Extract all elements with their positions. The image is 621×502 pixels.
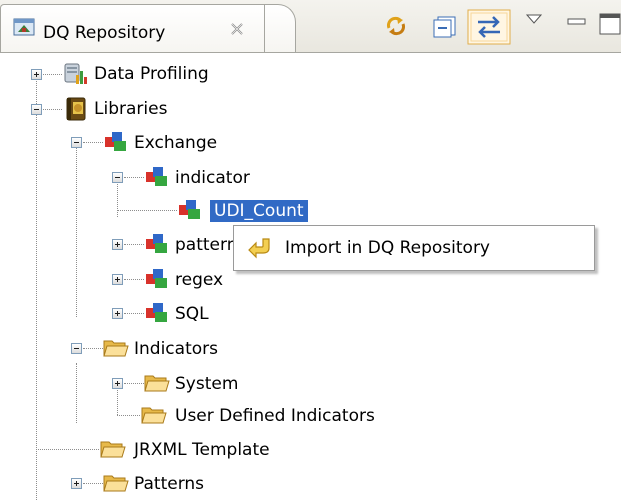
tree-node-label: User Defined Indicators — [175, 406, 375, 426]
view-tab[interactable]: DQ Repository — [0, 4, 265, 52]
tree-guide-line — [83, 142, 103, 143]
collapse-toggle[interactable] — [71, 343, 82, 354]
tree-guide-line — [124, 279, 144, 280]
exchange-icon — [145, 233, 169, 260]
tree-guide-line — [36, 449, 99, 450]
collapse-toggle[interactable] — [71, 137, 82, 148]
link-with-editor-icon[interactable] — [467, 9, 511, 50]
tree-node-label: indicator — [175, 168, 250, 188]
tree-guide-line — [36, 74, 37, 500]
folder-icon — [141, 404, 167, 431]
expand-toggle[interactable] — [71, 478, 82, 489]
tree-guide-line — [43, 109, 62, 110]
view-title-bar: DQ Repository — [0, 0, 621, 53]
sync-icon[interactable] — [383, 14, 409, 43]
exchange-icon — [145, 302, 169, 329]
tree-guide-line — [117, 177, 118, 217]
tree-guide-line — [124, 177, 144, 178]
expand-toggle[interactable] — [112, 378, 123, 389]
data-profiling-icon — [63, 62, 89, 91]
tree-node-label: JRXML Template — [134, 440, 270, 460]
expand-toggle[interactable] — [112, 239, 123, 250]
tree-guide-line — [124, 383, 144, 384]
menu-item-label: Import in DQ Repository — [285, 238, 490, 258]
tree-guide-line — [124, 244, 144, 245]
tree-guide-line — [43, 74, 62, 75]
tree-node-label-selected: UDI_Count — [210, 200, 308, 222]
repository-view-icon — [13, 17, 35, 42]
libraries-book-icon — [63, 96, 89, 127]
collapse-toggle[interactable] — [31, 104, 42, 115]
expand-toggle[interactable] — [112, 308, 123, 319]
tree-guide-line — [83, 348, 103, 349]
folder-icon — [144, 372, 170, 399]
tree-guide-line — [76, 363, 77, 423]
context-menu: Import in DQ Repository — [233, 225, 595, 271]
exchange-icon — [145, 166, 169, 193]
tree-node-label: Data Profiling — [94, 64, 209, 84]
tree-guide-line — [117, 415, 140, 416]
tree-node-label: Patterns — [134, 474, 205, 494]
exchange-icon — [178, 199, 202, 226]
exchange-icon — [104, 131, 128, 158]
tree-node-label: Libraries — [94, 99, 168, 119]
maximize-icon[interactable] — [599, 13, 621, 40]
tree-guide-line — [124, 313, 144, 314]
view-title: DQ Repository — [43, 23, 166, 43]
expand-toggle[interactable] — [112, 274, 123, 285]
tree-guide-line — [83, 483, 103, 484]
minimize-icon[interactable] — [567, 13, 587, 33]
folder-icon — [100, 438, 126, 465]
exchange-icon — [145, 268, 169, 295]
import-icon — [247, 236, 275, 267]
folder-icon — [103, 337, 129, 364]
view-menu-icon[interactable] — [525, 10, 543, 30]
repository-tree[interactable]: Data Profiling Libraries Exchange indica… — [0, 53, 621, 502]
tree-guide-line — [76, 142, 77, 317]
tree-node-label: System — [175, 374, 239, 394]
tree-node-label: Exchange — [134, 133, 218, 153]
tree-node-label: Indicators — [134, 339, 218, 359]
collapse-toggle[interactable] — [112, 172, 123, 183]
expand-toggle[interactable] — [31, 69, 42, 80]
tree-node-label: SQL — [175, 304, 209, 324]
folder-icon — [103, 472, 129, 499]
collapse-all-icon[interactable] — [433, 16, 457, 43]
close-icon[interactable] — [229, 21, 245, 41]
tree-node-label: regex — [175, 270, 224, 290]
tree-guide-line — [117, 210, 177, 211]
